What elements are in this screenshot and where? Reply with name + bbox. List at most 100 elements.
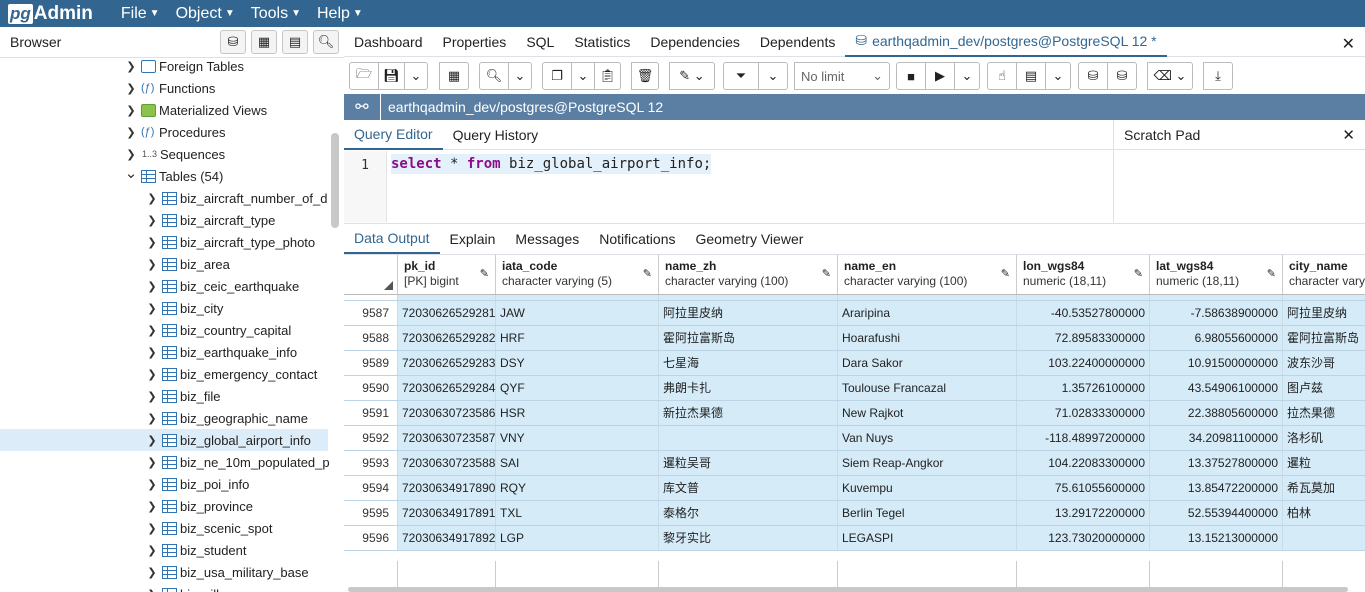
rollback-button[interactable]: ⛁ xyxy=(1107,62,1137,90)
open-file-button[interactable]: 🗁 xyxy=(349,62,379,90)
tree-node[interactable]: ❯ biz_ceic_earthquake xyxy=(145,275,299,297)
execute-button[interactable]: ▶ xyxy=(925,62,955,90)
table-cell[interactable]: 新拉杰果德 xyxy=(659,401,838,425)
table-row[interactable]: 9590 72030626529284 QYF 弗朗卡扎 Toulouse Franca… xyxy=(344,376,1365,401)
tree-node[interactable]: ❯ (ƒ) Functions xyxy=(124,77,215,99)
tree-node[interactable]: ❯ biz_ne_10m_populated_p xyxy=(145,451,329,473)
table-row[interactable]: 9588 72030626529282 HRF 霍阿拉富斯岛 Hoarafushi 72.… xyxy=(344,326,1365,351)
table-cell[interactable]: 72030630723588 xyxy=(398,451,496,475)
commit-button[interactable]: ⛁ xyxy=(1078,62,1108,90)
menu-object[interactable]: Object ▼ xyxy=(176,5,235,23)
tab-query-history[interactable]: Query History xyxy=(443,120,549,150)
tree-node[interactable]: ❯ biz_student xyxy=(145,539,246,561)
tree-node[interactable]: ❯ biz_emergency_contact xyxy=(145,363,317,385)
search-objects-button[interactable]: 🔍︎ xyxy=(313,30,339,54)
column-header[interactable]: lon_wgs84 numeric (18,11) ✎ xyxy=(1017,255,1150,294)
clear-button[interactable]: ⌫ ⌄ xyxy=(1147,62,1193,90)
table-cell[interactable]: 霍阿拉富斯岛 xyxy=(1283,326,1365,350)
tree-node[interactable]: ❯ biz_aircraft_number_of_d xyxy=(145,187,327,209)
close-icon[interactable]: ✕ xyxy=(1342,34,1355,54)
table-cell[interactable]: 72030634917891 xyxy=(398,501,496,525)
edit-icon[interactable]: ✎ xyxy=(1267,267,1276,282)
edit-icon[interactable]: ✎ xyxy=(822,267,831,282)
tab-dependents[interactable]: Dependents xyxy=(750,27,846,57)
query-tool-button[interactable]: ⛁ xyxy=(220,30,246,54)
table-cell[interactable]: SAI xyxy=(496,451,659,475)
table-cell[interactable]: 72030626529282 xyxy=(398,326,496,350)
table-cell[interactable]: 阿拉里皮纳 xyxy=(1283,301,1365,325)
column-header[interactable]: city_name character vary xyxy=(1283,255,1365,294)
chevron-right-icon[interactable]: ❯ xyxy=(145,192,159,205)
chevron-right-icon[interactable]: ❯ xyxy=(145,236,159,249)
table-cell[interactable]: JAW xyxy=(496,301,659,325)
copy-dropdown-button[interactable]: ⌄ xyxy=(571,62,595,90)
tab-sql[interactable]: SQL xyxy=(516,27,564,57)
table-cell[interactable]: 72030630723587 xyxy=(398,426,496,450)
table-cell[interactable]: Toulouse Francazal xyxy=(838,376,1017,400)
tree-node[interactable]: ❯ 1..3 Sequences xyxy=(124,143,225,165)
table-cell[interactable]: 72030634917890 xyxy=(398,476,496,500)
row-number[interactable]: 9593 xyxy=(344,451,398,475)
table-cell[interactable]: LGP xyxy=(496,526,659,550)
table-cell[interactable]: QYF xyxy=(496,376,659,400)
tab-data-output[interactable]: Data Output xyxy=(344,224,440,254)
table-cell[interactable]: 波东沙哥 xyxy=(1283,351,1365,375)
table-row[interactable]: 9591 72030630723586 HSR 新拉杰果德 New Rajkot 71.0… xyxy=(344,401,1365,426)
tree-node[interactable]: ❯ (ƒ) Procedures xyxy=(124,121,225,143)
table-cell[interactable]: HSR xyxy=(496,401,659,425)
table-row[interactable]: 9589 72030626529283 DSY 七星海 Dara Sakor 103.22… xyxy=(344,351,1365,376)
table-cell[interactable]: 希瓦莫加 xyxy=(1283,476,1365,500)
table-cell[interactable]: 13.15213000000 xyxy=(1150,526,1283,550)
chevron-right-icon[interactable]: ❯ xyxy=(124,82,138,95)
chevron-right-icon[interactable]: ❯ xyxy=(145,258,159,271)
edit-icon[interactable]: ✎ xyxy=(480,267,489,282)
tree-node[interactable]: ❯ biz_city xyxy=(145,297,223,319)
tree-scrollbar[interactable] xyxy=(331,133,339,228)
table-cell[interactable]: -7.58638900000 xyxy=(1150,301,1283,325)
find-dropdown-button[interactable]: ⌄ xyxy=(508,62,532,90)
table-cell[interactable]: 75.61055600000 xyxy=(1017,476,1150,500)
chevron-right-icon[interactable]: ❯ xyxy=(145,500,159,513)
table-cell[interactable]: TXL xyxy=(496,501,659,525)
limit-select[interactable]: No limit ⌄ xyxy=(794,62,890,90)
column-header[interactable]: iata_code character varying (5) ✎ xyxy=(496,255,659,294)
row-number[interactable]: 9590 xyxy=(344,376,398,400)
paste-button[interactable]: 📋︎ xyxy=(594,62,621,90)
view-data-button[interactable]: ▦ xyxy=(251,30,277,54)
table-cell[interactable]: 弗朗卡扎 xyxy=(659,376,838,400)
table-cell[interactable]: 暹粒 xyxy=(1283,451,1365,475)
table-cell[interactable]: 72030626529281 xyxy=(398,301,496,325)
row-number[interactable]: 9591 xyxy=(344,401,398,425)
column-header[interactable]: pk_id [PK] bigint ✎ xyxy=(398,255,496,294)
tree-node[interactable]: ⌄ Tables (54) xyxy=(124,165,224,187)
table-cell[interactable]: 72030626529284 xyxy=(398,376,496,400)
menu-help[interactable]: Help ▼ xyxy=(317,5,363,23)
chevron-right-icon[interactable]: ❯ xyxy=(145,456,159,469)
table-row[interactable]: 9593 72030630723588 SAI 暹粒吴哥 Siem Reap-Angko… xyxy=(344,451,1365,476)
explain-dropdown-button[interactable]: ⌄ xyxy=(1045,62,1071,90)
table-cell[interactable] xyxy=(659,426,838,450)
table-cell[interactable]: 52.55394400000 xyxy=(1150,501,1283,525)
chevron-right-icon[interactable]: ❯ xyxy=(145,324,159,337)
table-cell[interactable]: 13.85472200000 xyxy=(1150,476,1283,500)
tree-node[interactable]: ❯ biz_scenic_spot xyxy=(145,517,272,539)
chevron-right-icon[interactable]: ❯ xyxy=(145,478,159,491)
table-cell[interactable]: 阿拉里皮纳 xyxy=(659,301,838,325)
table-cell[interactable]: Kuvempu xyxy=(838,476,1017,500)
column-header[interactable]: name_zh character varying (100) ✎ xyxy=(659,255,838,294)
table-cell[interactable]: 黎牙实比 xyxy=(659,526,838,550)
filter-dropdown-button[interactable]: ⌄ xyxy=(758,62,788,90)
table-row[interactable]: 9595 72030634917891 TXL 泰格尔 Berlin Tegel 13.2… xyxy=(344,501,1365,526)
table-cell[interactable]: 72030626529283 xyxy=(398,351,496,375)
table-cell[interactable]: Berlin Tegel xyxy=(838,501,1017,525)
table-cell[interactable]: Araripina xyxy=(838,301,1017,325)
table-row[interactable]: 9596 72030634917892 LGP 黎牙实比 LEGASPI 123.7302… xyxy=(344,526,1365,551)
chevron-right-icon[interactable]: ❯ xyxy=(124,104,138,117)
table-cell[interactable]: 柏林 xyxy=(1283,501,1365,525)
tab-properties[interactable]: Properties xyxy=(433,27,517,57)
tree-node[interactable]: ❯ biz_file xyxy=(145,385,220,407)
tree-node[interactable]: ❯ biz_aircraft_type xyxy=(145,209,275,231)
edit-icon[interactable]: ✎ xyxy=(643,267,652,282)
close-icon[interactable]: ✕ xyxy=(1342,126,1355,144)
tab-messages[interactable]: Messages xyxy=(505,224,589,254)
